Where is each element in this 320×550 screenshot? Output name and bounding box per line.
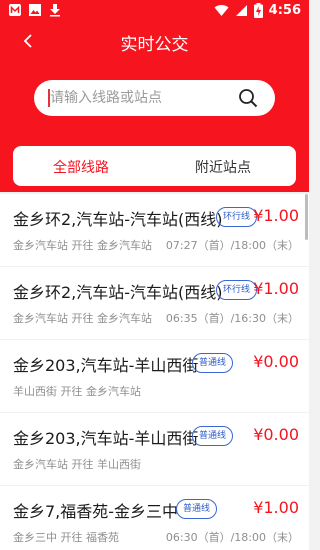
- page-title: 实时公交: [120, 35, 189, 55]
- scrollbar[interactable]: [305, 194, 308, 240]
- route-item[interactable]: 金乡203,汽车站-羊山西街 普通线 ¥0.00 羊山西街 开往 金乡汽车站: [0, 340, 309, 412]
- status-time: 4:56: [268, 3, 301, 18]
- notification-m-icon: [9, 4, 21, 16]
- signal-icon: [235, 5, 247, 16]
- route-times: 06:35（首）/16:30（末）: [165, 312, 299, 325]
- route-type-badge: 普通线: [176, 499, 218, 519]
- route-name: 金乡7,福香苑-金乡三中: [13, 502, 179, 521]
- route-times: 07:27（首）/18:00（末）: [165, 239, 299, 252]
- route-direction: 羊山西街 开往 金乡汽车站: [13, 385, 141, 398]
- search-icon[interactable]: [237, 87, 259, 109]
- route-price: ¥0.00: [253, 352, 299, 371]
- status-bar: 4:56: [0, 0, 309, 22]
- tab-nearby-stops[interactable]: 附近站点: [195, 157, 251, 177]
- wifi-icon: [214, 4, 229, 16]
- route-direction: 金乡三中 开往 福香苑: [13, 531, 119, 544]
- route-name: 金乡203,汽车站-羊山西街: [13, 429, 199, 448]
- route-item[interactable]: 金乡7,福香苑-金乡三中 普通线 ¥1.00 金乡三中 开往 福香苑 06:30…: [0, 486, 309, 550]
- route-direction: 金乡汽车站 开往 金乡汽车站: [13, 239, 152, 252]
- route-name: 金乡环2,汽车站-汽车站(西线): [13, 210, 223, 229]
- route-type-badge: 环行线: [216, 280, 258, 300]
- route-name: 金乡203,汽车站-羊山西街: [13, 356, 199, 375]
- route-type-badge: 环行线: [216, 207, 258, 227]
- route-price: ¥1.00: [253, 498, 299, 517]
- tab-all-routes[interactable]: 全部线路: [53, 157, 109, 177]
- search-bar: [34, 80, 275, 116]
- route-times: 06:30（首）/18:00（末）: [165, 531, 299, 544]
- battery-charging-icon: [253, 3, 263, 18]
- download-icon: [50, 4, 60, 17]
- tab-bar: 全部线路 附近站点: [13, 146, 296, 186]
- nav-bar: 实时公交: [0, 26, 309, 60]
- route-item[interactable]: 金乡203,汽车站-羊山西街 普通线 ¥0.00 金乡汽车站 开往 羊山西街: [0, 413, 309, 485]
- route-type-badge: 普通线: [192, 353, 234, 373]
- route-direction: 金乡汽车站 开往 金乡汽车站: [13, 312, 152, 325]
- route-price: ¥1.00: [253, 279, 299, 298]
- route-list: 金乡环2,汽车站-汽车站(西线) 环行线 ¥1.00 金乡汽车站 开往 金乡汽车…: [0, 194, 309, 550]
- route-item[interactable]: 金乡环2,汽车站-汽车站(西线) 环行线 ¥1.00 金乡汽车站 开往 金乡汽车…: [0, 267, 309, 339]
- route-name: 金乡环2,汽车站-汽车站(西线): [13, 283, 223, 302]
- route-price: ¥0.00: [253, 425, 299, 444]
- route-price: ¥1.00: [253, 206, 299, 225]
- search-input[interactable]: [50, 87, 225, 109]
- route-item[interactable]: 金乡环2,汽车站-汽车站(西线) 环行线 ¥1.00 金乡汽车站 开往 金乡汽车…: [0, 194, 309, 266]
- image-icon: [29, 4, 41, 16]
- route-direction: 金乡汽车站 开往 羊山西街: [13, 458, 141, 471]
- route-type-badge: 普通线: [192, 426, 234, 446]
